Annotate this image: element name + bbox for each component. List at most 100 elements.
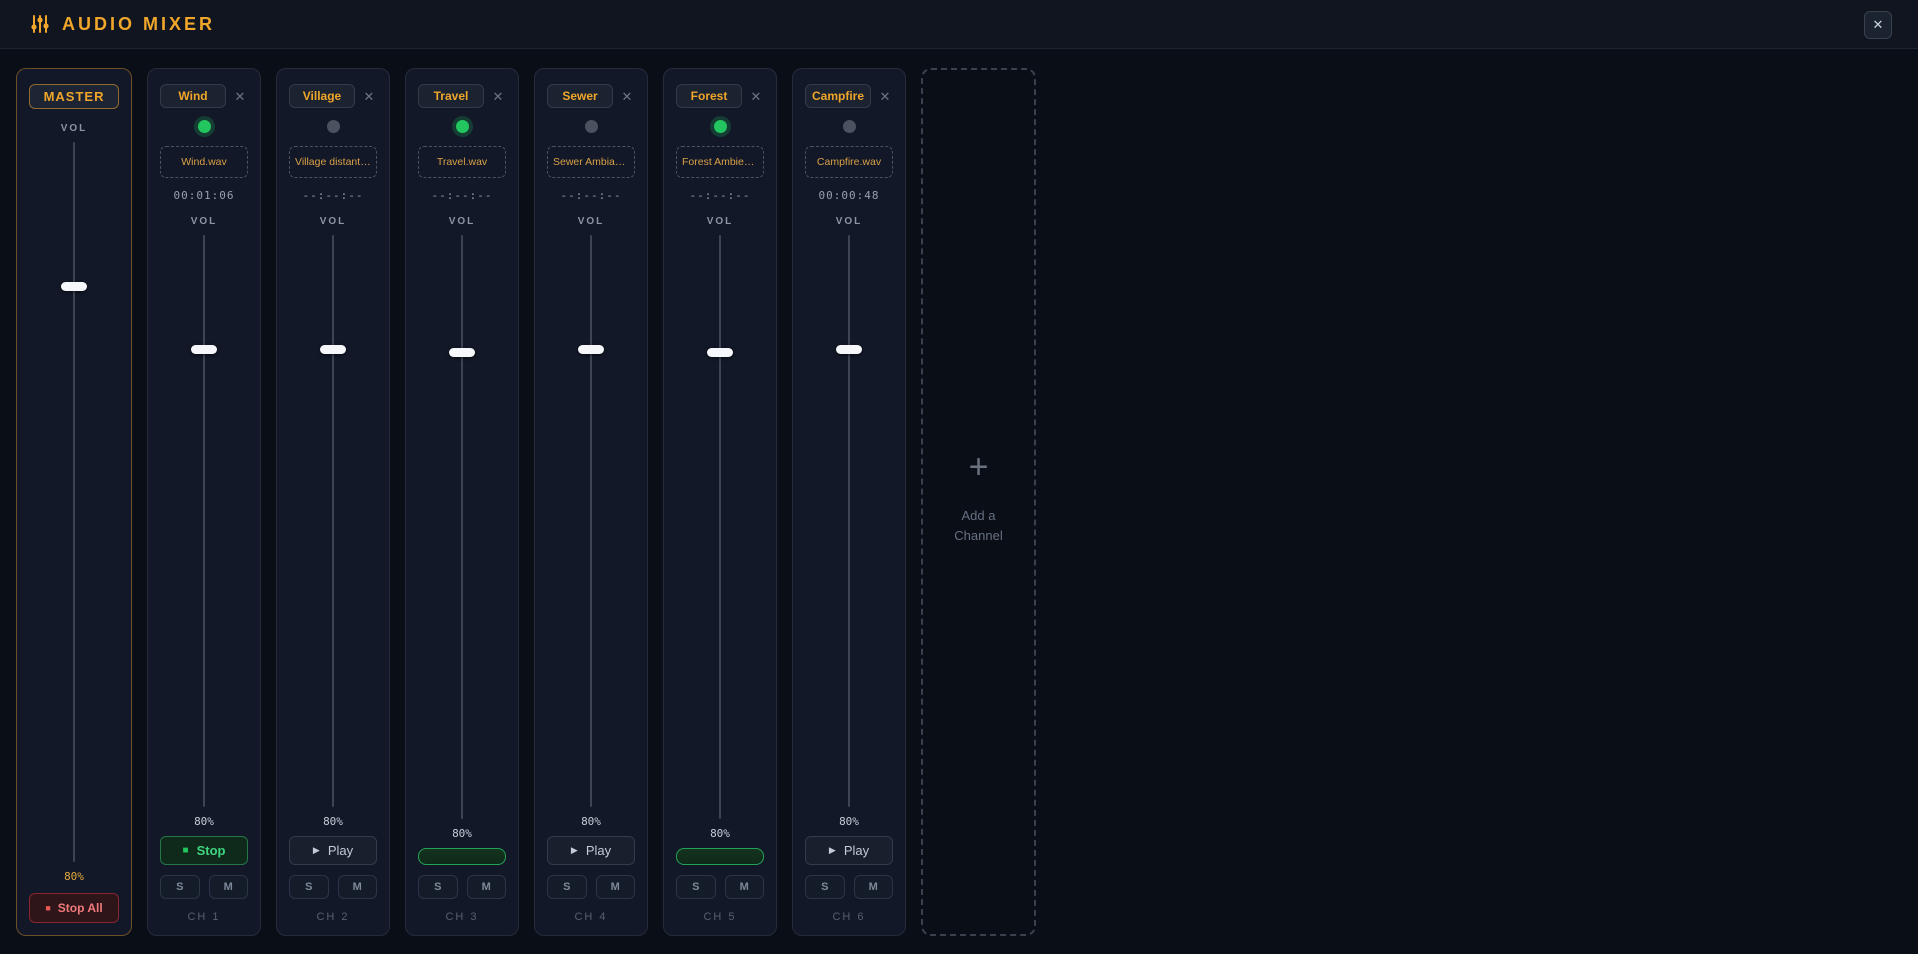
solo-button[interactable]: S xyxy=(160,875,200,899)
mute-button[interactable]: M xyxy=(338,875,378,899)
solo-button[interactable]: S xyxy=(547,875,587,899)
status-dot xyxy=(714,120,727,133)
channel-vol-label: VOL xyxy=(836,216,863,227)
channel-slider-handle[interactable] xyxy=(191,345,217,354)
status-dot xyxy=(843,120,856,133)
channel-name-input[interactable]: Campfire xyxy=(805,84,871,108)
channel-strip: Village ✕ Village distant … --:--:-- VOL… xyxy=(276,68,390,936)
channel-name-input[interactable]: Travel xyxy=(418,84,484,108)
channel-volume-percent: 80% xyxy=(323,815,343,828)
channel-volume-slider[interactable] xyxy=(676,235,764,819)
solo-mute-row: S M xyxy=(160,875,248,899)
channel-vol-label: VOL xyxy=(191,216,218,227)
channel-slider-handle[interactable] xyxy=(449,348,475,357)
mute-button[interactable]: M xyxy=(725,875,765,899)
channel-strip: Sewer ✕ Sewer Ambian… --:--:-- VOL 80% ▶… xyxy=(534,68,648,936)
play-stop-button[interactable]: ▶ Play xyxy=(805,836,893,865)
channel-volume-percent: 80% xyxy=(194,815,214,828)
channel-vol-label: VOL xyxy=(320,216,347,227)
slider-track xyxy=(848,235,850,807)
channel-volume-slider[interactable] xyxy=(418,235,506,819)
master-slider-handle[interactable] xyxy=(61,282,87,291)
channel-close-icon[interactable]: ✕ xyxy=(619,90,635,103)
mute-button[interactable]: M xyxy=(209,875,249,899)
solo-button[interactable]: S xyxy=(289,875,329,899)
play-stop-button[interactable] xyxy=(418,848,506,865)
channel-name-input[interactable]: Sewer xyxy=(547,84,613,108)
channel-close-icon[interactable]: ✕ xyxy=(232,90,248,103)
solo-button[interactable]: S xyxy=(418,875,458,899)
solo-mute-row: S M xyxy=(418,875,506,899)
slider-track xyxy=(73,142,75,862)
channel-strip: Wind ✕ Wind.wav 00:01:06 VOL 80% ■ Stop … xyxy=(147,68,261,936)
master-volume-slider[interactable] xyxy=(29,142,119,862)
channel-strip: Campfire ✕ Campfire.wav 00:00:48 VOL 80%… xyxy=(792,68,906,936)
add-channel-label: Add a Channel xyxy=(944,506,1014,545)
channel-volume-percent: 80% xyxy=(839,815,859,828)
channel-name-row: Sewer ✕ xyxy=(547,84,635,108)
add-channel-button[interactable]: + Add a Channel xyxy=(921,68,1036,936)
channel-number-label: CH 6 xyxy=(832,911,865,923)
channel-volume-slider[interactable] xyxy=(160,235,248,807)
mute-button[interactable]: M xyxy=(596,875,636,899)
solo-button[interactable]: S xyxy=(676,875,716,899)
solo-mute-row: S M xyxy=(676,875,764,899)
channel-strip: Forest ✕ Forest Ambien… --:--:-- VOL 80%… xyxy=(663,68,777,936)
solo-button[interactable]: S xyxy=(805,875,845,899)
channel-close-icon[interactable]: ✕ xyxy=(361,90,377,103)
audio-file-button[interactable]: Sewer Ambian… xyxy=(547,146,635,178)
channel-vol-label: VOL xyxy=(578,216,605,227)
audio-file-button[interactable]: Village distant … xyxy=(289,146,377,178)
play-stop-label: Stop xyxy=(197,843,226,858)
playback-time: --:--:-- xyxy=(432,189,493,202)
channel-vol-label: VOL xyxy=(449,216,476,227)
play-stop-label: Play xyxy=(328,843,353,858)
channel-close-icon[interactable]: ✕ xyxy=(490,90,506,103)
channel-slider-handle[interactable] xyxy=(578,345,604,354)
channel-name-input[interactable]: Wind xyxy=(160,84,226,108)
channel-name-input[interactable]: Village xyxy=(289,84,355,108)
stop-all-button[interactable]: ■ Stop All xyxy=(29,893,119,923)
master-volume-percent: 80% xyxy=(64,870,84,883)
play-stop-button[interactable]: ■ Stop xyxy=(160,836,248,865)
channel-name-row: Travel ✕ xyxy=(418,84,506,108)
channel-number-label: CH 1 xyxy=(187,911,220,923)
master-label: MASTER xyxy=(29,84,120,109)
play-stop-button[interactable] xyxy=(676,848,764,865)
channel-volume-slider[interactable] xyxy=(289,235,377,807)
status-dot xyxy=(198,120,211,133)
playback-time: --:--:-- xyxy=(303,189,364,202)
channel-name-input[interactable]: Forest xyxy=(676,84,742,108)
playback-time: --:--:-- xyxy=(690,189,751,202)
channel-name-row: Wind ✕ xyxy=(160,84,248,108)
mute-button[interactable]: M xyxy=(467,875,507,899)
channel-volume-slider[interactable] xyxy=(547,235,635,807)
play-stop-button[interactable]: ▶ Play xyxy=(547,836,635,865)
mute-button[interactable]: M xyxy=(854,875,894,899)
window-close-button[interactable]: ✕ xyxy=(1864,11,1892,39)
playback-time: 00:00:48 xyxy=(819,189,880,202)
playback-time: 00:01:06 xyxy=(174,189,235,202)
channel-close-icon[interactable]: ✕ xyxy=(748,90,764,103)
audio-file-button[interactable]: Travel.wav xyxy=(418,146,506,178)
play-stop-button[interactable]: ▶ Play xyxy=(289,836,377,865)
channel-slider-handle[interactable] xyxy=(836,345,862,354)
slider-track xyxy=(332,235,334,807)
channel-name-row: Campfire ✕ xyxy=(805,84,893,108)
status-dot xyxy=(327,120,340,133)
channel-number-label: CH 2 xyxy=(316,911,349,923)
channel-close-icon[interactable]: ✕ xyxy=(877,90,893,103)
channel-volume-slider[interactable] xyxy=(805,235,893,807)
slider-track xyxy=(203,235,205,807)
slider-track xyxy=(590,235,592,807)
channel-slider-handle[interactable] xyxy=(707,348,733,357)
channel-strip: Travel ✕ Travel.wav --:--:-- VOL 80% S M… xyxy=(405,68,519,936)
audio-file-button[interactable]: Campfire.wav xyxy=(805,146,893,178)
solo-mute-row: S M xyxy=(805,875,893,899)
audio-file-button[interactable]: Wind.wav xyxy=(160,146,248,178)
channel-slider-handle[interactable] xyxy=(320,345,346,354)
channel-number-label: CH 5 xyxy=(703,911,736,923)
mixer-row: MASTER VOL 80% ■ Stop All Wind ✕ Wind.wa… xyxy=(0,49,1918,954)
audio-file-button[interactable]: Forest Ambien… xyxy=(676,146,764,178)
channel-volume-percent: 80% xyxy=(452,827,472,840)
